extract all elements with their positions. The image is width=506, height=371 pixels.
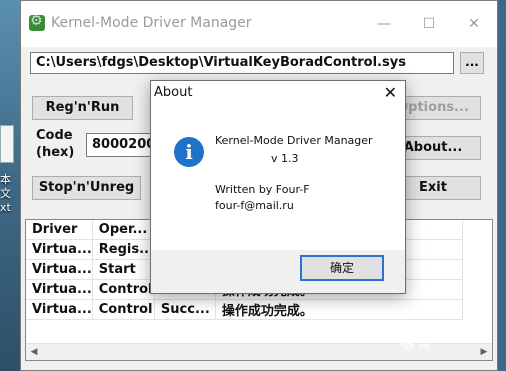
browse-button[interactable]: ... [460, 52, 484, 74]
cell-operation: Control [92, 279, 155, 300]
watermark-logo: 看雪 [400, 332, 433, 351]
about-dialog: About ✕ i Kernel-Mode Driver Manager v 1… [150, 80, 406, 294]
cell-status: Succ... [154, 299, 216, 320]
about-title-bar[interactable]: About ✕ [151, 81, 405, 105]
scroll-right-icon[interactable]: ▶ [476, 345, 492, 359]
reg-run-button[interactable]: Reg'n'Run [32, 96, 133, 120]
stop-unreg-button[interactable]: Stop'n'Unreg [32, 176, 141, 200]
cell-driver: Virtua... [26, 259, 93, 280]
about-body: i Kernel-Mode Driver Manager v 1.3 Writt… [151, 105, 405, 250]
desktop-file-label-line2: xt [0, 201, 11, 214]
cell-operation: Control [92, 299, 155, 320]
column-header-driver[interactable]: Driver [26, 220, 93, 240]
cell-driver: Virtua... [26, 279, 93, 300]
code-label-line1: Code [36, 128, 73, 143]
cell-message: 操作成功完成。 [215, 299, 463, 320]
title-bar[interactable]: Kernel-Mode Driver Manager — ☐ ✕ [21, 1, 497, 47]
desktop-file-label-line1: 本文 [0, 173, 11, 200]
cell-operation: Regis... [92, 239, 155, 260]
code-label-line2: (hex) [36, 145, 75, 160]
window-title: Kernel-Mode Driver Manager [51, 15, 252, 31]
about-email: four-f@mail.ru [215, 199, 294, 212]
minimize-button[interactable]: — [361, 1, 407, 47]
cell-operation: Start [92, 259, 155, 280]
scroll-left-icon[interactable]: ◀ [26, 345, 42, 359]
cell-driver: Virtua... [26, 299, 93, 320]
desktop-file-icon[interactable] [0, 125, 14, 163]
about-version: v 1.3 [271, 152, 299, 165]
ok-button[interactable]: 确定 [300, 255, 384, 281]
info-icon: i [174, 137, 204, 167]
control-code-input[interactable]: 80002000 [86, 133, 151, 157]
about-title: About [154, 85, 193, 100]
cell-driver: Virtua... [26, 239, 93, 260]
desktop-file-label[interactable]: 本文 xt [0, 173, 20, 215]
about-author: Written by Four-F [215, 183, 310, 196]
app-gear-icon [29, 13, 45, 31]
maximize-button[interactable]: ☐ [406, 1, 452, 47]
table-row[interactable]: Virtua... Control Succ... 操作成功完成。 [26, 299, 463, 320]
about-close-button[interactable]: ✕ [384, 81, 397, 105]
about-product-name: Kernel-Mode Driver Manager [215, 134, 373, 147]
driver-path-input[interactable]: C:\Users\fdgs\Desktop\VirtualKeyBoradCon… [30, 52, 454, 74]
close-button[interactable]: ✕ [451, 1, 497, 47]
column-header-operation[interactable]: Oper... [92, 220, 155, 240]
code-label: Code (hex) [36, 127, 74, 161]
